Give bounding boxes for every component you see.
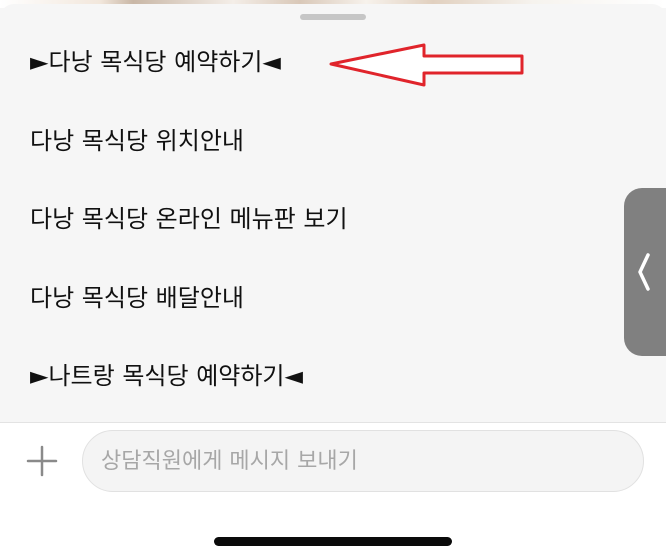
menu-item-danang-delivery[interactable]: 다낭 목식당 배달안내	[30, 283, 244, 313]
outline-arrow-left-icon	[329, 43, 524, 87]
chevron-left-icon	[638, 253, 650, 291]
menu-item-danang-location[interactable]: 다낭 목식당 위치안내	[30, 126, 244, 156]
menu-item-danang-online-menu[interactable]: 다낭 목식당 온라인 메뉴판 보기	[30, 204, 348, 234]
home-indicator	[214, 537, 452, 546]
menu-item-danang-reservation[interactable]: ►다낭 목식당 예약하기◄	[30, 47, 281, 77]
menu-item-nhatrang-reservation[interactable]: ►나트랑 목식당 예약하기◄	[30, 361, 303, 391]
side-drawer-tab[interactable]	[624, 188, 666, 356]
sheet-grabber-handle[interactable]	[300, 14, 366, 20]
plus-icon[interactable]	[26, 445, 58, 477]
message-input[interactable]	[82, 430, 644, 492]
